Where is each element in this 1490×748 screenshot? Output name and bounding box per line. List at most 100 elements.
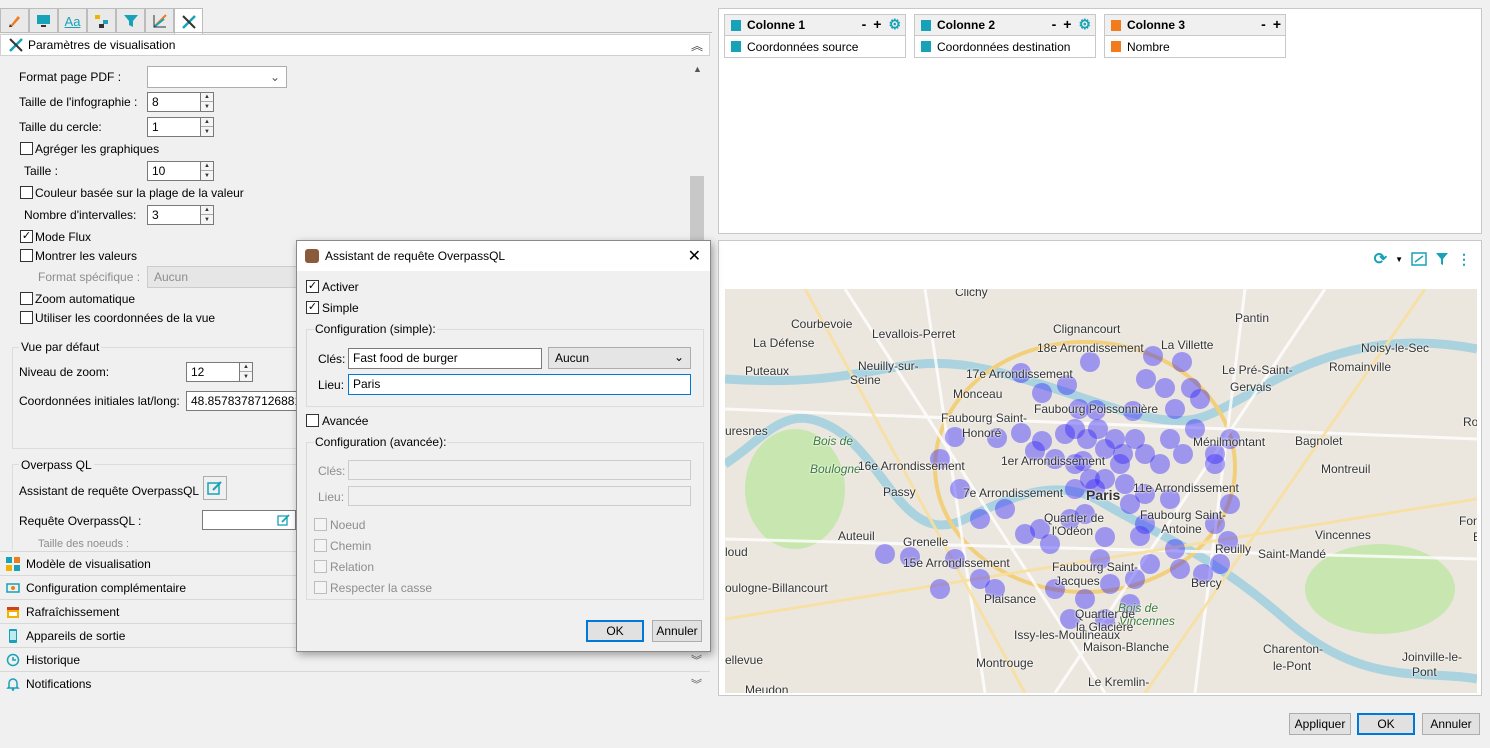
- gear-icon[interactable]: ⚙: [888, 17, 901, 32]
- cles-adv-input[interactable]: [348, 460, 691, 480]
- zoom-auto-checkbox[interactable]: [20, 292, 33, 305]
- map-marker[interactable]: [1095, 527, 1115, 547]
- map-marker[interactable]: [970, 569, 990, 589]
- apply-button[interactable]: Appliquer: [1289, 713, 1351, 735]
- filter-icon[interactable]: [1435, 252, 1449, 266]
- activer-checkbox[interactable]: ✓: [306, 280, 319, 293]
- agreger-checkbox[interactable]: [20, 142, 33, 155]
- expand-icon[interactable]: ︾: [691, 676, 702, 692]
- map-marker[interactable]: [1143, 346, 1163, 366]
- close-icon[interactable]: ✕: [688, 246, 701, 266]
- dialog-cancel-button[interactable]: Annuler: [652, 620, 702, 642]
- gear-icon[interactable]: ⚙: [1078, 17, 1091, 32]
- map-marker[interactable]: [1100, 574, 1120, 594]
- coords-input[interactable]: 48.85783787126881,2: [186, 391, 306, 411]
- collapse-icon[interactable]: ︽: [691, 37, 703, 54]
- nb-intervalles-input[interactable]: 3: [147, 205, 201, 225]
- taille-input[interactable]: 10: [147, 161, 201, 181]
- map-marker[interactable]: [1032, 383, 1052, 403]
- map-marker[interactable]: [1210, 554, 1230, 574]
- zoom-input[interactable]: 12: [186, 362, 240, 382]
- plus-button[interactable]: +: [1063, 17, 1071, 32]
- taille-infographie-input[interactable]: 8: [147, 92, 201, 112]
- map-marker[interactable]: [970, 509, 990, 529]
- column-2[interactable]: Colonne 2 - + ⚙ Coordonnées destination: [914, 14, 1096, 58]
- couleur-checkbox[interactable]: [20, 186, 33, 199]
- nb-intervalles-spinner[interactable]: ▲ ▼: [200, 205, 214, 225]
- map-marker[interactable]: [1130, 526, 1150, 546]
- avancee-checkbox[interactable]: [306, 414, 319, 427]
- tab-paint[interactable]: [0, 8, 29, 33]
- zoom-spinner[interactable]: ▲ ▼: [239, 362, 253, 382]
- expand-icon[interactable]: ︾: [691, 652, 702, 668]
- scroll-up-icon[interactable]: ▲: [693, 64, 702, 74]
- map-marker[interactable]: [1065, 479, 1085, 499]
- lieu-input[interactable]: Paris: [348, 374, 691, 395]
- format-specifique-select[interactable]: Aucun: [147, 266, 307, 288]
- edit-icon[interactable]: [277, 513, 291, 527]
- respecter-checkbox[interactable]: [314, 581, 327, 594]
- lieu-adv-input[interactable]: [348, 486, 691, 506]
- accordion-notifications[interactable]: Notifications ︾: [0, 671, 710, 695]
- map-marker[interactable]: [1120, 494, 1140, 514]
- taille-cercle-spinner[interactable]: ▲ ▼: [200, 117, 214, 137]
- chemin-checkbox[interactable]: [314, 539, 327, 552]
- taille-infographie-spinner[interactable]: ▲ ▼: [200, 92, 214, 112]
- tab-text[interactable]: Aa: [58, 8, 87, 33]
- map-marker[interactable]: [1165, 399, 1185, 419]
- map-marker[interactable]: [1165, 539, 1185, 559]
- map-marker[interactable]: [1136, 369, 1156, 389]
- minus-button[interactable]: -: [1052, 17, 1057, 32]
- dialog-ok-button[interactable]: OK: [586, 620, 644, 642]
- map-marker[interactable]: [1173, 444, 1193, 464]
- minus-button[interactable]: -: [862, 17, 867, 32]
- cancel-button[interactable]: Annuler: [1422, 713, 1480, 735]
- map-marker[interactable]: [1170, 559, 1190, 579]
- simple-checkbox[interactable]: ✓: [306, 301, 319, 314]
- ok-button[interactable]: OK: [1357, 713, 1415, 735]
- minus-button[interactable]: -: [1261, 17, 1266, 32]
- map-marker[interactable]: [1075, 589, 1095, 609]
- tab-chart[interactable]: [145, 8, 174, 33]
- map-marker[interactable]: [1150, 454, 1170, 474]
- more-icon[interactable]: ⋮: [1457, 251, 1471, 268]
- column-3[interactable]: Colonne 3 - + Nombre: [1104, 14, 1286, 58]
- map-marker[interactable]: [1155, 378, 1175, 398]
- cles-select[interactable]: Aucun ⌄: [548, 347, 691, 369]
- utiliser-coords-checkbox[interactable]: [20, 311, 33, 324]
- map-marker[interactable]: [1110, 454, 1130, 474]
- plus-button[interactable]: +: [1273, 17, 1281, 32]
- refresh-icon[interactable]: ⟳: [1374, 249, 1387, 269]
- map-marker[interactable]: [875, 544, 895, 564]
- map-marker[interactable]: [930, 579, 950, 599]
- plus-button[interactable]: +: [873, 17, 881, 32]
- map-marker[interactable]: [1080, 352, 1100, 372]
- taille-cercle-input[interactable]: 1: [147, 117, 201, 137]
- map-marker[interactable]: [995, 499, 1015, 519]
- column-field[interactable]: Coordonnées destination: [915, 36, 1095, 57]
- map-marker[interactable]: [1140, 554, 1160, 574]
- cles-input[interactable]: Fast food de burger: [348, 348, 542, 369]
- tab-hierarchy[interactable]: [87, 8, 116, 33]
- relation-checkbox[interactable]: [314, 560, 327, 573]
- dropdown-icon[interactable]: ▼: [1395, 255, 1403, 264]
- map-marker[interactable]: [1205, 454, 1225, 474]
- column-field[interactable]: Nombre: [1105, 36, 1285, 57]
- map-marker[interactable]: [1172, 352, 1192, 372]
- montrer-valeurs-checkbox[interactable]: [20, 249, 33, 262]
- column-field[interactable]: Coordonnées source: [725, 36, 905, 57]
- assistant-edit-button[interactable]: [203, 476, 227, 500]
- section-header[interactable]: Paramètres de visualisation ︽: [0, 34, 710, 56]
- mode-flux-checkbox[interactable]: ✓: [20, 230, 33, 243]
- map-marker[interactable]: [1088, 419, 1108, 439]
- map-view[interactable]: Clichy Courbevoie Levallois-Perret Pantin La…: [725, 289, 1477, 693]
- tab-tools[interactable]: [174, 8, 203, 34]
- format-pdf-select[interactable]: ⌄: [147, 66, 287, 88]
- tab-filter[interactable]: [116, 8, 145, 33]
- expand-icon[interactable]: [1411, 252, 1427, 266]
- column-1[interactable]: Colonne 1 - + ⚙ Coordonnées source: [724, 14, 906, 58]
- map-marker[interactable]: [1011, 423, 1031, 443]
- taille-spinner[interactable]: ▲ ▼: [200, 161, 214, 181]
- map-marker[interactable]: [1190, 389, 1210, 409]
- tab-display[interactable]: [29, 8, 58, 33]
